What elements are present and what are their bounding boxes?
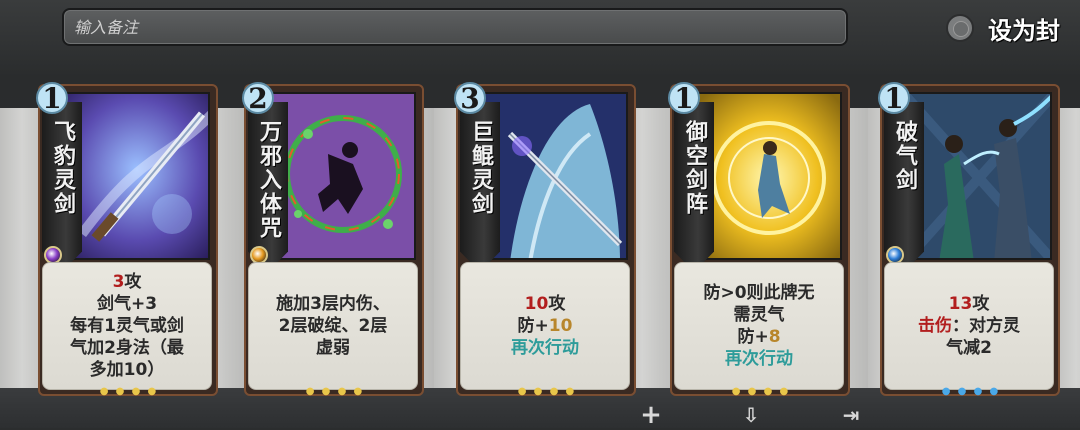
card-description: 防>0则此牌无 需灵气 防+8 再次行动	[674, 262, 844, 390]
description-text: 多加10）	[89, 360, 165, 380]
description-text: 气减2	[946, 338, 992, 358]
card-description: 施加3层内伤、 2层破绽、2层 虚弱	[248, 262, 418, 390]
cost-badge: 3	[452, 80, 488, 116]
description-line: 3攻	[113, 271, 142, 293]
card-description: 13攻 击伤：对方灵 气减2	[884, 262, 1054, 390]
card-cost: 2	[248, 82, 268, 115]
description-text: 13	[948, 294, 973, 314]
cost-badge: 1	[876, 80, 912, 116]
description-text: 需灵气	[733, 305, 785, 325]
card-cost: 1	[884, 82, 904, 115]
description-text: 2层破绽、2层	[278, 316, 388, 336]
card-3[interactable]: 御空剑阵 1 防>0则此牌无 需灵气 防+8 再次行动 ● ● ● ●	[666, 80, 852, 400]
card-4[interactable]: 破气剑 1 13攻 击伤：对方灵 气减2 ● ● ● ●	[876, 80, 1062, 400]
card-art	[478, 92, 628, 260]
description-line: 13攻	[949, 293, 990, 315]
description-line: 多加10）	[90, 359, 165, 381]
description-text: 气加2身法（最	[70, 338, 184, 358]
card-name: 御空剑阵	[682, 120, 707, 216]
card-art	[692, 92, 842, 260]
cost-badge: 2	[240, 80, 276, 116]
cost-badge: 1	[666, 80, 702, 116]
description-line: 虚弱	[316, 337, 350, 359]
card-cost: 1	[42, 82, 62, 115]
description-text: ：对方灵	[952, 316, 1020, 336]
seal-toggle[interactable]: 设为封	[946, 12, 1060, 45]
description-text: 10	[548, 316, 573, 336]
description-text: 攻	[972, 294, 990, 314]
card-name-banner: 巨鲲灵剑	[460, 102, 500, 272]
plus-icon[interactable]: +	[636, 402, 666, 428]
description-line: 气加2身法（最	[70, 337, 184, 359]
card-art	[60, 92, 210, 260]
description-line: 施加3层内伤、	[276, 293, 390, 315]
description-text: 10	[524, 294, 549, 314]
description-text: 虚弱	[316, 338, 350, 358]
card-name: 巨鲲灵剑	[468, 120, 493, 216]
description-text: 攻	[548, 294, 566, 314]
description-text: 8	[768, 327, 781, 347]
move-down-icon[interactable]: ⇩	[736, 402, 766, 428]
card-0[interactable]: 飞豹灵剑 1 3攻 剑气+3 每有1灵气或剑 气加2身法（最 多加10） ● ● ● ●	[34, 80, 220, 400]
card-upgrade-dots: ● ● ● ●	[517, 386, 577, 397]
description-line: 气减2	[946, 337, 992, 359]
card-upgrade-dots: ● ● ● ●	[731, 386, 791, 397]
description-line: 需灵气	[734, 304, 785, 326]
description-line: 每有1灵气或剑	[70, 315, 184, 337]
card-art	[266, 92, 416, 260]
export-icon[interactable]: ⇥	[836, 402, 866, 428]
description-text: 3	[112, 272, 125, 292]
description-text: 攻	[124, 272, 142, 292]
description-line: 10攻	[525, 293, 566, 315]
card-upgrade-dots: ● ● ● ●	[305, 386, 365, 397]
description-line: 2层破绽、2层	[279, 315, 388, 337]
note-input[interactable]	[62, 8, 848, 46]
description-line: 再次行动	[725, 348, 793, 370]
description-line: 防+8	[737, 326, 780, 348]
description-line: 防+10	[518, 315, 573, 337]
card-cost: 3	[460, 82, 480, 115]
description-line: 剑气+3	[97, 293, 157, 315]
description-text: 每有1灵气或剑	[70, 316, 184, 336]
description-text: 再次行动	[511, 338, 579, 358]
card-upgrade-dots: ● ● ● ●	[99, 386, 159, 397]
card-name-banner: 御空剑阵	[674, 102, 714, 272]
seal-radio-button[interactable]	[946, 14, 974, 42]
card-art	[902, 92, 1052, 260]
description-text: 再次行动	[725, 349, 793, 369]
card-2[interactable]: 巨鲲灵剑 3 10攻 防+10 再次行动 ● ● ● ●	[452, 80, 638, 400]
description-text: 防+	[517, 316, 549, 336]
description-text: 剑气+3	[96, 294, 158, 314]
card-cost: 1	[674, 82, 694, 115]
description-line: 击伤：对方灵	[918, 315, 1020, 337]
description-text: 施加3层内伤、	[276, 294, 390, 314]
description-text: 击伤	[918, 316, 952, 336]
card-1[interactable]: 万邪入体咒 2 施加3层内伤、 2层破绽、2层 虚弱 ● ● ● ●	[240, 80, 426, 400]
description-text: 防>0则此牌无	[703, 283, 815, 303]
cost-badge: 1	[34, 80, 70, 116]
description-text: 防+	[737, 327, 769, 347]
description-line: 再次行动	[511, 337, 579, 359]
card-description: 3攻 剑气+3 每有1灵气或剑 气加2身法（最 多加10）	[42, 262, 212, 390]
card-upgrade-dots: ● ● ● ●	[941, 386, 1001, 397]
seal-label: 设为封	[988, 16, 1060, 45]
description-line: 防>0则此牌无	[703, 282, 814, 304]
card-description: 10攻 防+10 再次行动	[460, 262, 630, 390]
